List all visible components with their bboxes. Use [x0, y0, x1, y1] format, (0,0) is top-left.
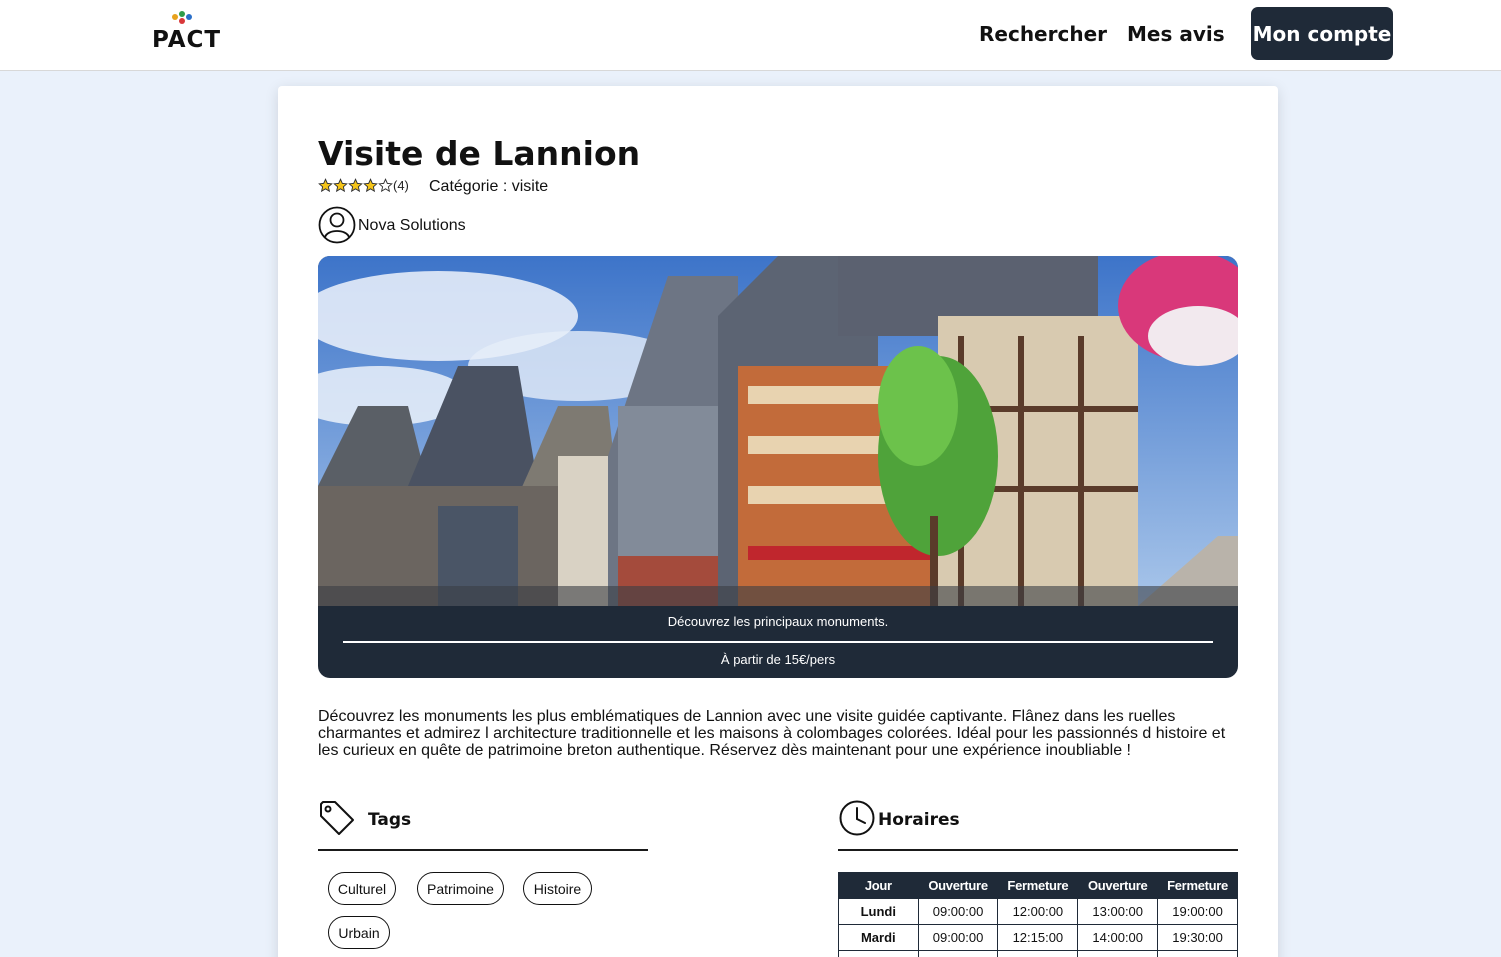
pact-logo[interactable]: PACT [152, 11, 234, 55]
offer-price: À partir de 15€/pers [720, 652, 836, 667]
nav-reviews-link[interactable]: Mes avis [1127, 22, 1225, 46]
time-cell: 12:15:00 [997, 924, 1079, 951]
hours-title: Horaires [878, 810, 960, 830]
star-icon [378, 178, 393, 193]
tag-urbain[interactable]: Urbain [328, 916, 390, 949]
table-row [838, 950, 1238, 957]
time-cell [1077, 950, 1159, 957]
hours-table: Jour Ouverture Fermeture Ouverture Ferme… [838, 872, 1238, 957]
col-open-1: Ouverture [917, 872, 999, 899]
logo-dot-blue [186, 14, 192, 20]
star-icon [333, 178, 348, 193]
offer-card: Visite de Lannion (4) Catégorie : visite… [278, 86, 1278, 957]
rating-stars: (4) [318, 178, 409, 193]
offer-photo[interactable] [318, 256, 1238, 606]
col-day: Jour [838, 872, 919, 899]
star-icon [348, 178, 363, 193]
time-cell: 09:00:00 [917, 898, 999, 925]
table-row: Mardi 09:00:00 12:15:00 14:00:00 19:30:0… [838, 924, 1238, 951]
star-icon [363, 178, 378, 193]
time-cell [917, 950, 999, 957]
time-cell: 13:00:00 [1077, 898, 1159, 925]
logo-text: PACT [152, 27, 222, 53]
logo-dot-red [179, 18, 185, 24]
logo-dot-green [179, 11, 185, 17]
time-cell: 12:00:00 [997, 898, 1079, 925]
offer-description: Découvrez les monuments les plus embléma… [318, 708, 1226, 759]
tags-title: Tags [368, 810, 412, 830]
col-close-2: Fermeture [1157, 872, 1238, 899]
offer-hero: Découvrez les principaux monuments. À pa… [318, 256, 1238, 678]
col-open-2: Ouverture [1077, 872, 1159, 899]
tag-histoire[interactable]: Histoire [523, 872, 592, 905]
offer-title: Visite de Lannion [318, 134, 641, 173]
offer-category: Catégorie : visite [429, 178, 549, 195]
day-cell: Lundi [838, 898, 919, 925]
logo-dot-orange [172, 14, 178, 20]
time-cell: 09:00:00 [917, 924, 999, 951]
time-cell: 19:30:00 [1157, 924, 1238, 951]
tag-patrimoine[interactable]: Patrimoine [417, 872, 504, 905]
tag-icon [320, 801, 354, 835]
caption-divider [343, 641, 1213, 643]
hours-header-row: Jour Ouverture Fermeture Ouverture Ferme… [838, 872, 1238, 899]
tag-culturel[interactable]: Culturel [328, 872, 396, 905]
col-close-1: Fermeture [997, 872, 1079, 899]
offer-author[interactable]: Nova Solutions [358, 217, 466, 235]
star-icon [318, 178, 333, 193]
hours-divider [838, 849, 1238, 851]
time-cell: 19:00:00 [1157, 898, 1238, 925]
day-cell [838, 950, 919, 957]
time-cell: 14:00:00 [1077, 924, 1159, 951]
day-cell: Mardi [838, 924, 919, 951]
clock-icon [839, 800, 875, 836]
table-row: Lundi 09:00:00 12:00:00 13:00:00 19:00:0… [838, 898, 1238, 925]
nav-search-link[interactable]: Rechercher [979, 22, 1107, 46]
star-icons [318, 178, 393, 193]
top-navigation-bar: PACT Rechercher Mes avis Mon compte [0, 0, 1501, 71]
offer-caption: Découvrez les principaux monuments. [667, 614, 889, 629]
account-button[interactable]: Mon compte [1251, 7, 1393, 60]
rating-count: (4) [393, 178, 409, 193]
time-cell [1157, 950, 1238, 957]
time-cell [997, 950, 1079, 957]
user-icon [318, 206, 356, 244]
tags-divider [318, 849, 648, 851]
